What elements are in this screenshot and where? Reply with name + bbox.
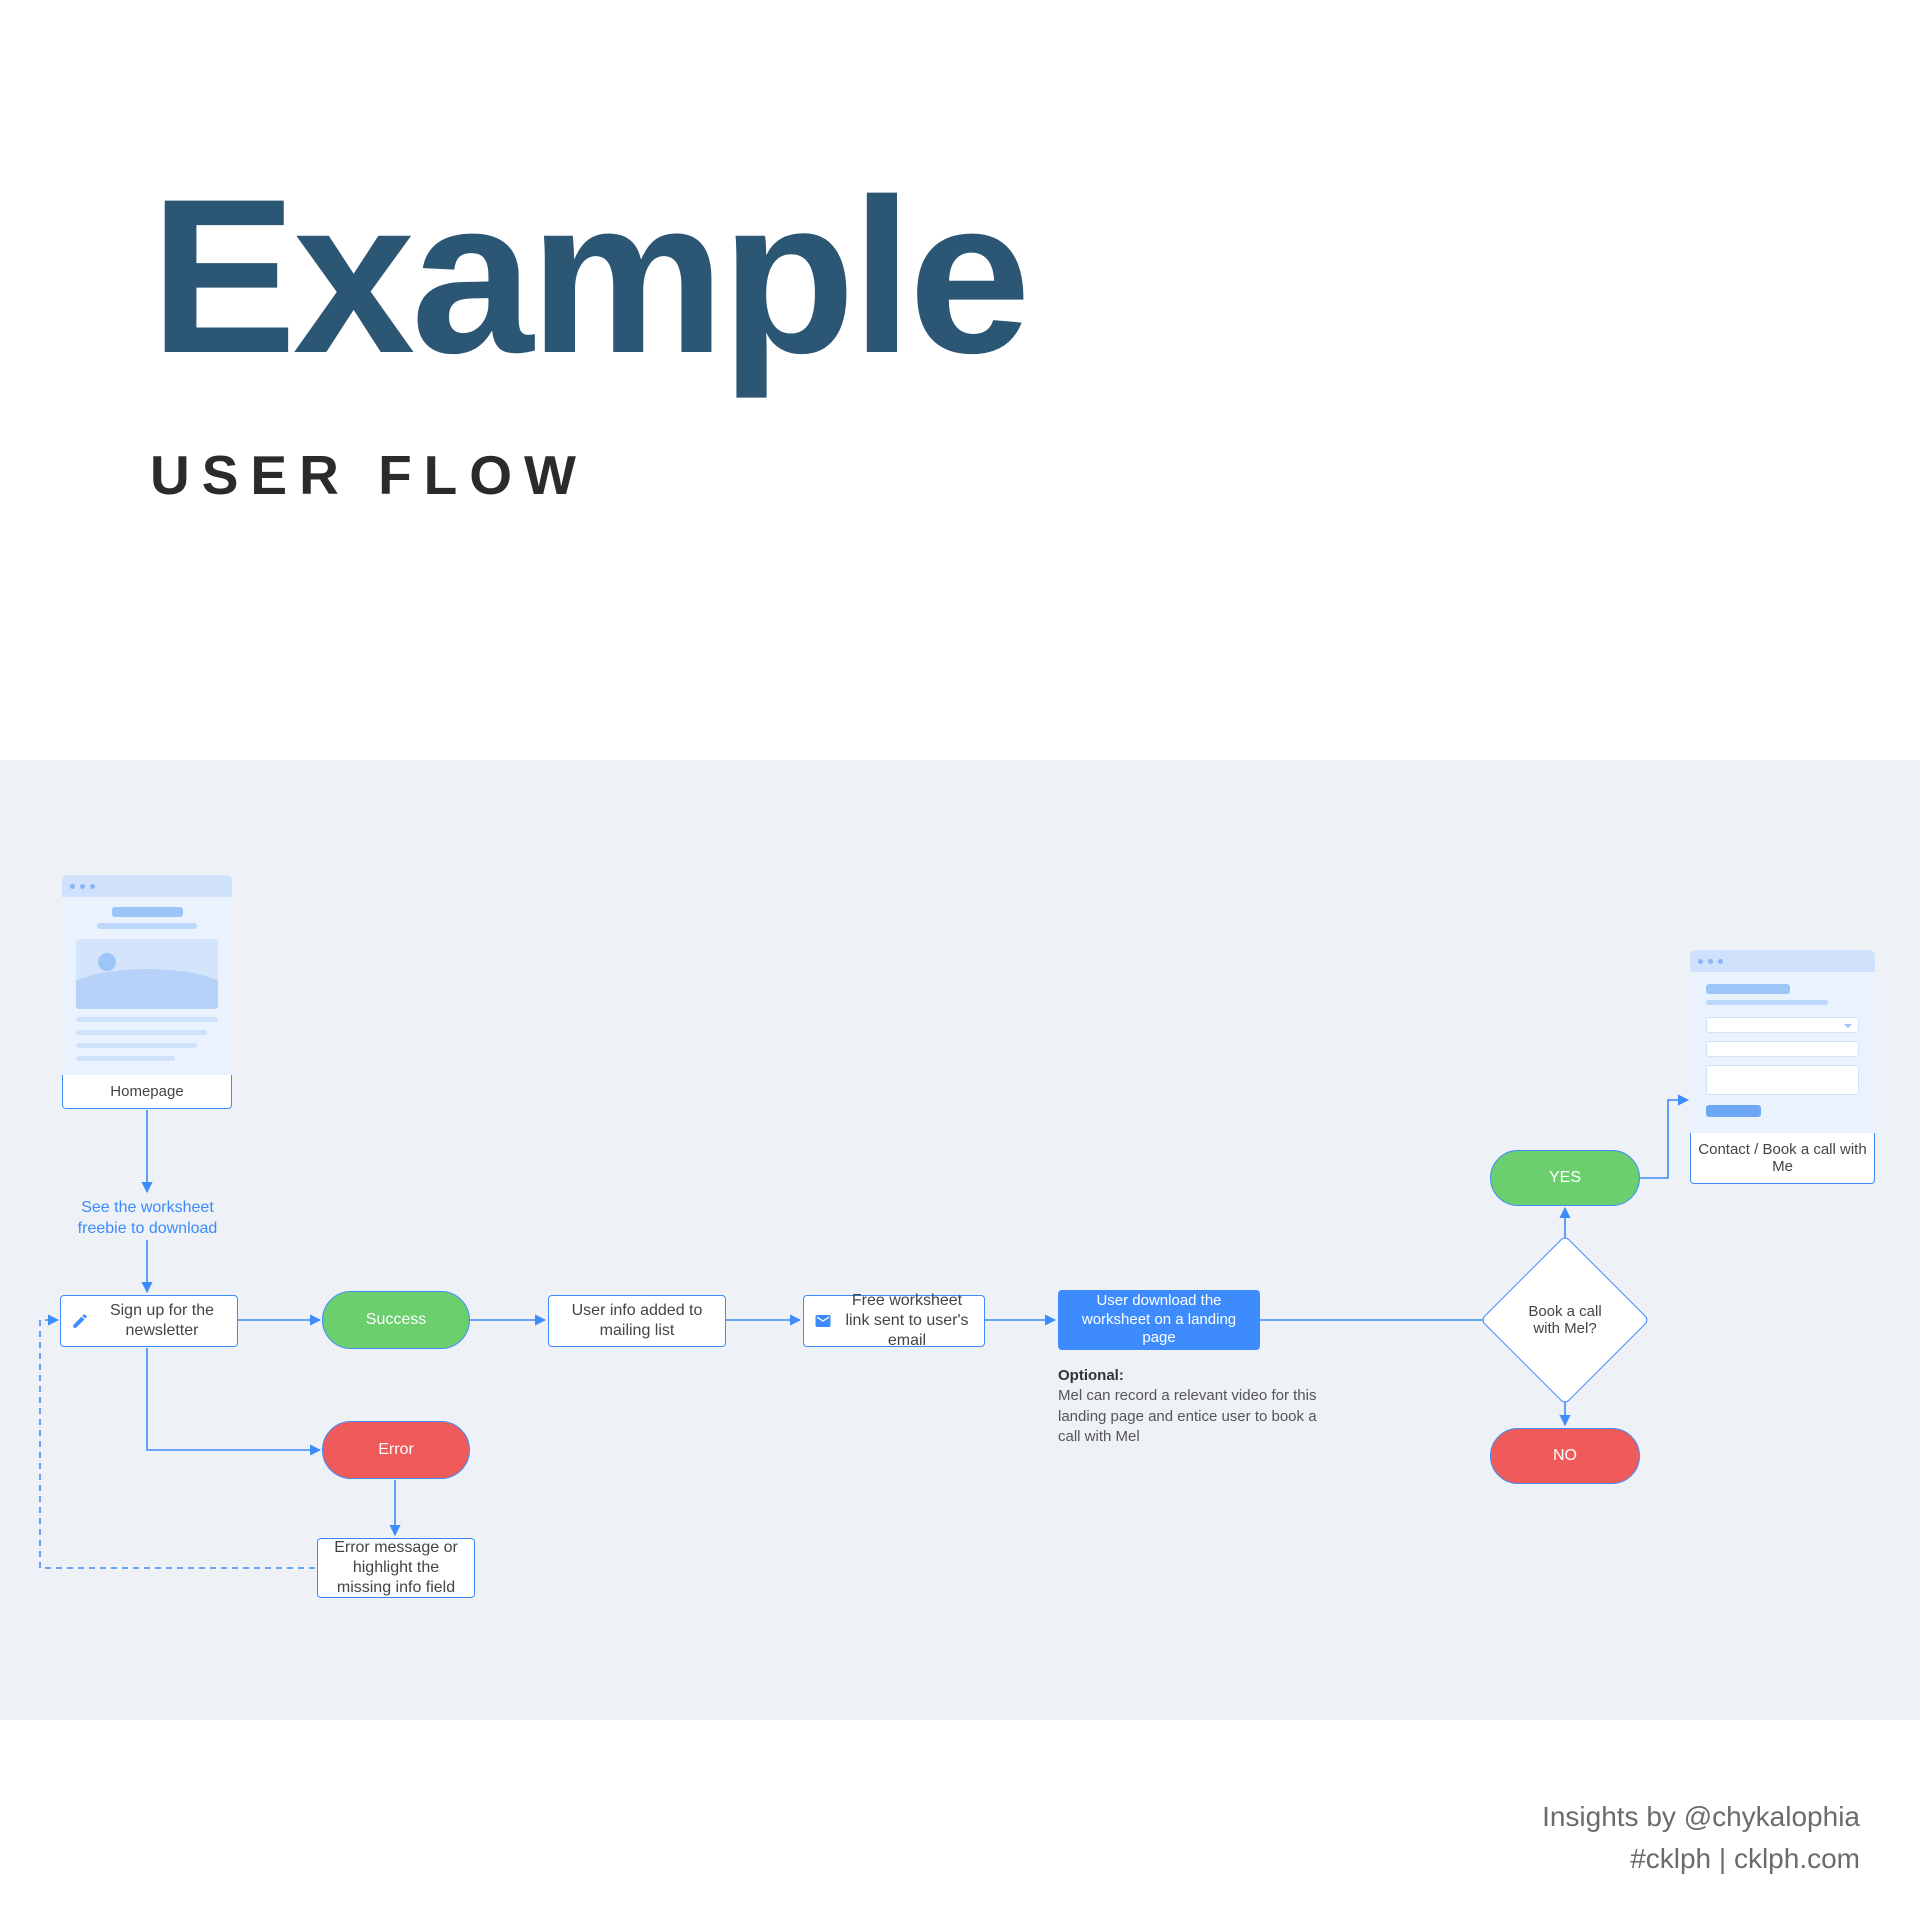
success-label: Success [366,1311,426,1329]
download-box: User download the worksheet on a landing… [1058,1290,1260,1350]
optional-label: Optional: [1058,1367,1124,1384]
homepage-mock: Homepage [62,875,232,1109]
mailing-list-box: User info added to mailing list [548,1295,726,1347]
error-pill: Error [322,1421,470,1479]
window-bar-icon [62,875,232,897]
footer-line2: #cklph | cklph.com [1542,1838,1860,1880]
yes-label: YES [1549,1169,1581,1187]
flow-connectors [0,760,1920,1720]
error-detail-box: Error message or highlight the missing i… [317,1538,475,1598]
success-pill: Success [322,1291,470,1349]
homepage-caption: Homepage [62,1075,232,1109]
error-detail-label: Error message or highlight the missing i… [328,1538,464,1598]
contact-caption: Contact / Book a call with Me [1690,1133,1875,1184]
image-placeholder-icon [76,939,218,1009]
optional-note: Optional: Mel can record a relevant vide… [1058,1366,1318,1447]
no-label: NO [1553,1447,1577,1465]
window-bar-icon [1690,950,1875,972]
envelope-icon [814,1312,832,1330]
signup-label: Sign up for the newsletter [97,1301,227,1341]
see-worksheet-text: See the worksheet freebie to download [75,1198,220,1240]
pencil-icon [71,1312,89,1330]
mailing-list-label: User info added to mailing list [559,1301,715,1341]
page-footer: Insights by @chykalophia #cklph | cklph.… [1542,1796,1860,1880]
submit-button-icon [1706,1105,1761,1117]
select-field-icon [1706,1017,1859,1033]
contact-mock: Contact / Book a call with Me [1690,950,1875,1184]
footer-line1: Insights by @chykalophia [1542,1796,1860,1838]
yes-pill: YES [1490,1150,1640,1206]
email-link-box: Free worksheet link sent to user's email [803,1295,985,1347]
email-link-label: Free worksheet link sent to user's email [840,1291,974,1351]
page-title: Example [150,150,1027,403]
flow-canvas: Homepage See the worksheet freebie to do… [0,760,1920,1720]
page-subtitle: USER FLOW [150,443,1027,507]
error-label: Error [378,1441,414,1459]
decision-label: Book a call with Mel? [1505,1260,1625,1380]
page-header: Example USER FLOW [150,150,1027,507]
optional-text: Mel can record a relevant video for this… [1058,1387,1317,1445]
signup-box: Sign up for the newsletter [60,1295,238,1347]
no-pill: NO [1490,1428,1640,1484]
download-label: User download the worksheet on a landing… [1068,1292,1250,1348]
decision-diamond: Book a call with Mel? [1505,1260,1625,1380]
